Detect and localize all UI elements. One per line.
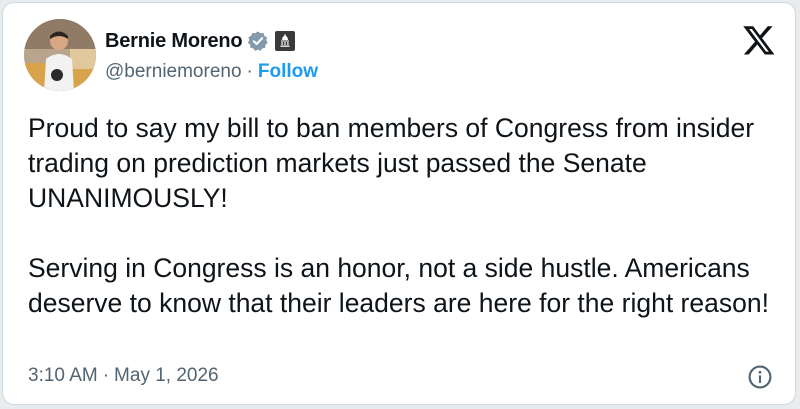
tweet-text: Proud to say my bill to ban members of C… — [28, 111, 788, 321]
follow-button[interactable]: Follow — [258, 61, 318, 83]
tweet-paragraph: Serving in Congress is an honor, not a s… — [28, 253, 769, 318]
x-logo-icon[interactable] — [741, 23, 777, 57]
tweet-timestamp[interactable]: 3:10 AM · May 1, 2026 — [28, 365, 219, 387]
separator: · — [246, 61, 253, 82]
tweet-time: 3:10 AM — [28, 365, 98, 386]
verified-badge-icon — [248, 31, 269, 51]
tweet-card: Bernie Moreno @berniemoreno · Follow Pro… — [2, 2, 796, 405]
info-icon[interactable] — [747, 364, 773, 390]
tweet-paragraph: Proud to say my bill to ban members of C… — [28, 113, 755, 213]
government-building-icon — [275, 31, 296, 51]
separator: · — [102, 365, 110, 386]
tweet-date: May 1, 2026 — [114, 365, 219, 386]
handle[interactable]: @berniemoreno — [105, 61, 242, 83]
handle-row: @berniemoreno · Follow — [105, 61, 318, 83]
name-row: Bernie Moreno — [105, 29, 296, 53]
avatar[interactable] — [24, 19, 96, 91]
display-name[interactable]: Bernie Moreno — [105, 30, 243, 53]
